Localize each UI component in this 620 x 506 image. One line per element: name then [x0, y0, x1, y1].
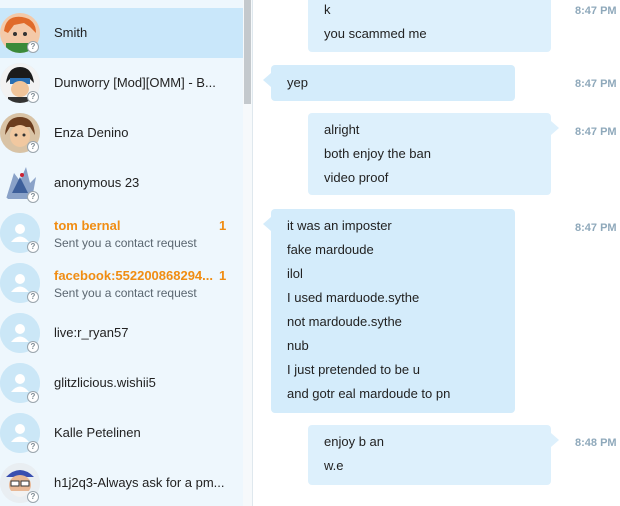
message-bubble-outgoing[interactable]: alright both enjoy the ban video proof — [308, 113, 559, 195]
contact-list-scrollbar[interactable] — [243, 0, 252, 506]
message-text: enjoy b an — [324, 434, 384, 449]
message-bubble-outgoing[interactable]: enjoy b an w.e — [308, 425, 559, 485]
message-timestamp: 8:47 PM — [575, 5, 617, 17]
message-text: alright — [324, 122, 360, 137]
message-text: I just pretended to be u — [287, 362, 420, 377]
contact-item[interactable]: ? Smith — [0, 8, 243, 58]
status-unknown-icon: ? — [27, 391, 39, 403]
contact-item[interactable]: ? Enza Denino — [0, 108, 243, 158]
status-unknown-icon: ? — [27, 91, 39, 103]
contact-name: live:r_ryan57 — [54, 325, 129, 340]
contact-name: Kalle Petelinen — [54, 425, 141, 440]
contact-item[interactable]: ? anonymous 23 — [0, 158, 243, 208]
contact-name: facebook:552200868294... — [54, 268, 213, 283]
message-text: k — [324, 2, 331, 17]
contact-request-item[interactable]: ? facebook:552200868294... Sent you a co… — [0, 258, 243, 308]
status-unknown-icon: ? — [27, 141, 39, 153]
conversation-pane: k you scammed me 8:47 PM yep 8:47 PM alr… — [253, 0, 620, 506]
contact-list: ? Smith ? Dunworry [Mod][OMM] - B... ? E… — [0, 0, 243, 506]
message-text: I used marduode.sythe — [287, 290, 420, 305]
message-bubble-incoming[interactable]: it was an imposter fake mardoude ilol I … — [263, 209, 515, 413]
message-text: yep — [287, 75, 308, 90]
status-unknown-icon: ? — [27, 491, 39, 503]
message-text: you scammed me — [324, 26, 427, 41]
message-text: ilol — [287, 266, 303, 281]
message-text: it was an imposter — [287, 218, 392, 233]
message-timestamp: 8:47 PM — [575, 78, 617, 90]
contact-name: Dunworry [Mod][OMM] - B... — [54, 75, 216, 90]
message-bubble-incoming[interactable]: yep — [263, 65, 515, 101]
bubble-tail — [551, 433, 559, 447]
contact-item[interactable]: ? glitzlicious.wishii5 — [0, 358, 243, 408]
bubble-tail — [263, 73, 271, 87]
message-text: nub — [287, 338, 309, 353]
status-unknown-icon: ? — [27, 241, 39, 253]
message-text: video proof — [324, 170, 389, 185]
message-text: both enjoy the ban — [324, 146, 431, 161]
status-unknown-icon: ? — [27, 441, 39, 453]
status-unknown-icon: ? — [27, 191, 39, 203]
contact-item[interactable]: ? Dunworry [Mod][OMM] - B... — [0, 58, 243, 108]
message-text: w.e — [324, 458, 344, 473]
message-timestamp: 8:47 PM — [575, 222, 617, 234]
contact-item[interactable]: ? Kalle Petelinen — [0, 408, 243, 458]
message-text: fake mardoude — [287, 242, 374, 257]
contact-request-subtitle: Sent you a contact request — [54, 286, 197, 300]
message-bubble-outgoing[interactable]: k you scammed me — [308, 0, 551, 52]
contact-request-item[interactable]: ? tom bernal Sent you a contact request … — [0, 208, 243, 258]
message-timestamp: 8:47 PM — [575, 126, 617, 138]
contact-name: tom bernal — [54, 218, 121, 233]
contact-name: h1j2q3-Always ask for a pm... — [54, 475, 225, 490]
message-timestamp: 8:48 PM — [575, 437, 617, 449]
message-text: and gotr eal mardoude to pn — [287, 386, 451, 401]
contact-name: Enza Denino — [54, 125, 129, 140]
contact-name: glitzlicious.wishii5 — [54, 375, 156, 390]
scrollbar-thumb[interactable] — [244, 0, 251, 104]
contact-name: anonymous 23 — [54, 175, 140, 190]
status-unknown-icon: ? — [27, 341, 39, 353]
bubble-tail — [551, 121, 559, 135]
contact-name: Smith — [54, 25, 88, 40]
contact-item[interactable]: ? live:r_ryan57 — [0, 308, 243, 358]
status-unknown-icon: ? — [27, 291, 39, 303]
unread-count-badge: 1 — [219, 218, 227, 233]
bubble-tail — [263, 217, 271, 231]
message-text: not mardoude.sythe — [287, 314, 402, 329]
unread-count-badge: 1 — [219, 268, 227, 283]
status-unknown-icon: ? — [27, 41, 39, 53]
contact-request-subtitle: Sent you a contact request — [54, 236, 197, 250]
contact-item[interactable]: ? h1j2q3-Always ask for a pm... — [0, 458, 243, 506]
